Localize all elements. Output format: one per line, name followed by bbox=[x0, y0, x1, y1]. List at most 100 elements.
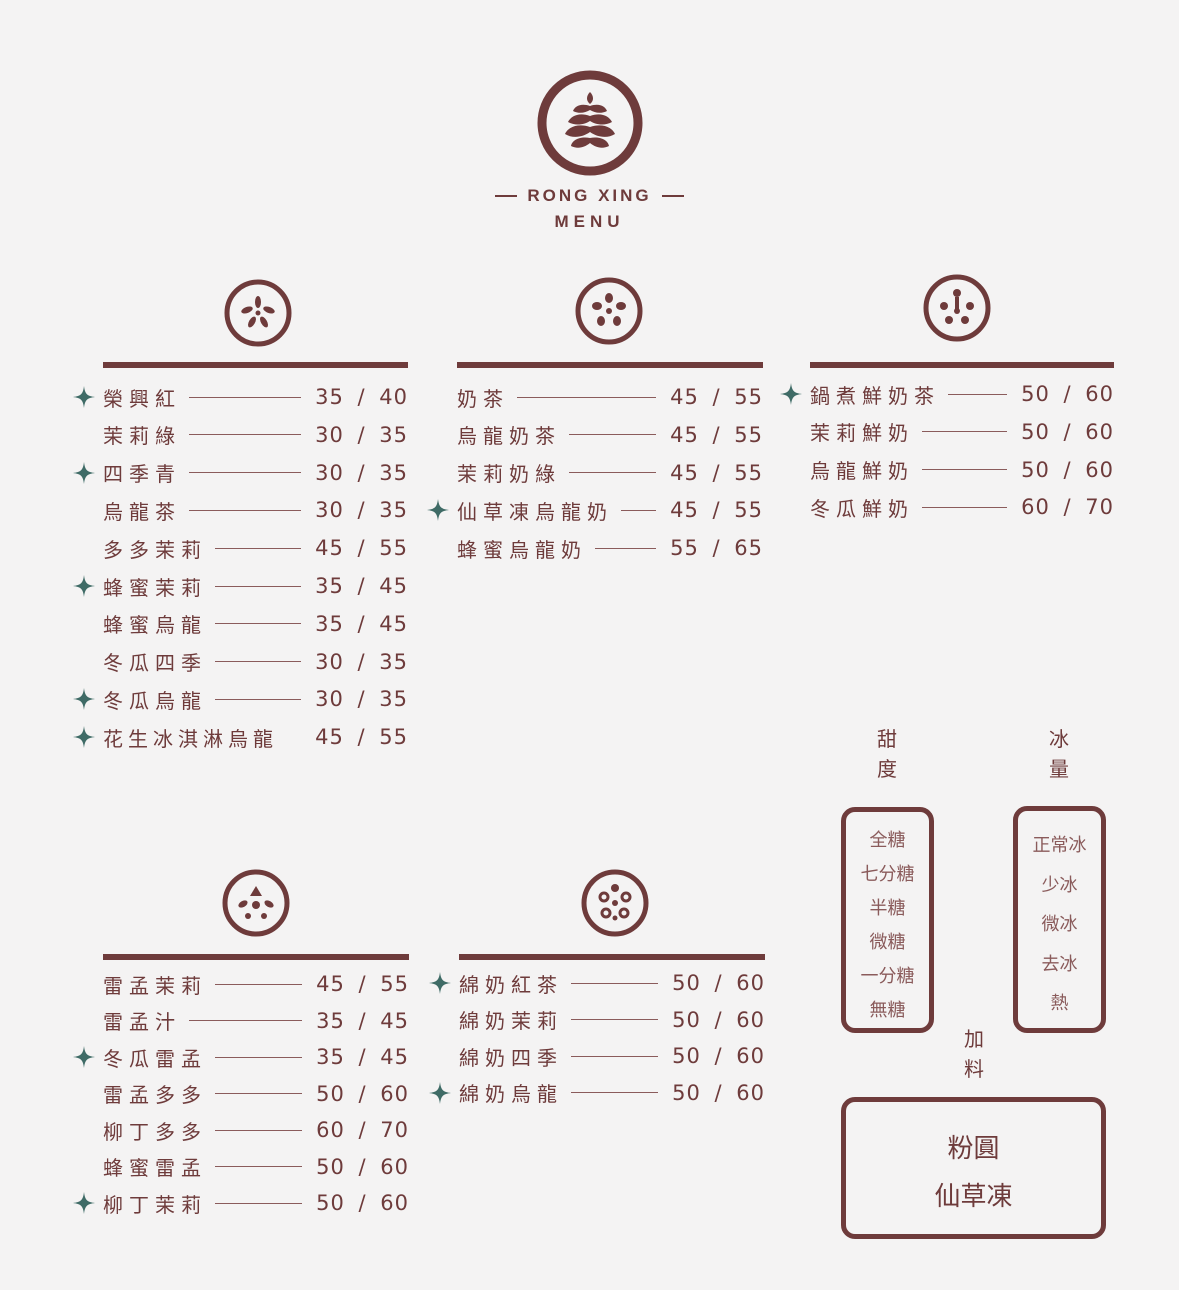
star-icon bbox=[780, 383, 802, 405]
ice-option: 少冰 bbox=[1041, 874, 1078, 896]
item-name: 冬瓜雷孟 bbox=[103, 1046, 207, 1071]
item-price: 50 / 60 bbox=[1021, 382, 1114, 406]
leader-line bbox=[571, 982, 659, 984]
item-price: 35 / 45 bbox=[316, 1045, 409, 1069]
divider bbox=[495, 195, 518, 197]
item-price: 45 / 55 bbox=[315, 536, 408, 561]
star-icon bbox=[73, 575, 95, 597]
section-divider bbox=[457, 362, 763, 368]
item-name: 仙草凍烏龍奶 bbox=[457, 499, 613, 524]
menu-item: 綿奶紅茶 50 / 60 bbox=[429, 968, 765, 998]
leader-line bbox=[215, 1093, 303, 1094]
item-name: 花生冰淇淋烏龍 bbox=[103, 726, 278, 751]
item-name: 鍋煮鮮奶茶 bbox=[810, 383, 940, 408]
item-price: 50 / 60 bbox=[672, 1080, 765, 1105]
menu-item: 多多茉莉 45 / 55 bbox=[103, 533, 408, 563]
sweetness-label-char: 甜 bbox=[877, 727, 897, 751]
item-price: 60 / 70 bbox=[316, 1118, 409, 1142]
item-name: 雷孟汁 bbox=[103, 1010, 181, 1034]
item-name: 綿奶紅茶 bbox=[459, 972, 563, 997]
leader-line bbox=[922, 431, 1008, 433]
leader-line bbox=[621, 509, 657, 511]
leader-line bbox=[215, 585, 302, 587]
item-price: 35 / 45 bbox=[315, 611, 408, 636]
menu-item: 茉莉綠 30 / 35 bbox=[103, 420, 408, 450]
item-name: 烏龍茶 bbox=[103, 499, 181, 524]
ice-label-char: 冰 bbox=[1049, 727, 1069, 751]
ice-option: 去冰 bbox=[1041, 953, 1078, 975]
item-price: 30 / 35 bbox=[315, 422, 408, 447]
item-price: 55 / 65 bbox=[670, 536, 763, 561]
sweetness-option: 微糖 bbox=[869, 932, 906, 953]
item-price: 60 / 70 bbox=[1021, 495, 1114, 520]
star-icon bbox=[427, 499, 449, 522]
item-name: 蜂蜜茉莉 bbox=[103, 575, 207, 600]
leader-line bbox=[189, 472, 302, 474]
item-name: 蜂蜜烏龍奶 bbox=[457, 537, 587, 562]
menu-section-2: 奶茶 45 / 55 烏龍奶茶 45 / 55 茉莉奶綠 45 / 55 仙草凍烏龍奶 45 … bbox=[427, 276, 763, 576]
menu-item: 烏龍茶 30 / 35 bbox=[103, 495, 408, 525]
item-name: 綿奶四季 bbox=[459, 1045, 563, 1070]
menu-item: 蜂蜜茉莉 35 / 45 bbox=[73, 571, 408, 601]
menu-item: 冬瓜烏龍 30 / 35 bbox=[73, 684, 408, 714]
menu-item: 蜂蜜烏龍 35 / 45 bbox=[103, 609, 408, 639]
item-price: 50 / 60 bbox=[672, 1044, 765, 1068]
divider bbox=[661, 195, 684, 197]
leaf-logo-icon bbox=[537, 70, 642, 176]
item-price: 50 / 60 bbox=[672, 971, 765, 995]
menu-item: 花生冰淇淋烏龍 45 / 55 bbox=[73, 722, 408, 752]
item-price: 50 / 60 bbox=[1021, 457, 1114, 482]
section-divider bbox=[103, 954, 409, 960]
section-divider bbox=[459, 954, 765, 960]
sweetness-option: 七分糖 bbox=[860, 864, 915, 885]
section-icon bbox=[923, 274, 991, 342]
toppings-options: 粉圓 仙草凍 bbox=[841, 1097, 1106, 1239]
menu-section-5: 綿奶紅茶 50 / 60 綿奶茉莉 50 / 60 綿奶四季 50 / 60 綿奶烏龍 50 … bbox=[429, 868, 765, 1168]
menu-item: 蜂蜜雷孟 50 / 60 bbox=[103, 1152, 409, 1182]
toppings-label-char: 加 bbox=[964, 1027, 984, 1051]
ice-option: 正常冰 bbox=[1032, 835, 1087, 856]
menu-section-1: 榮興紅 35 / 40 茉莉綠 30 / 35 四季青 30 / 35 烏龍茶 30 / 35… bbox=[73, 276, 408, 756]
star-icon bbox=[73, 461, 95, 484]
item-name: 雷孟多多 bbox=[103, 1083, 207, 1107]
menu-item: 鍋煮鮮奶茶 50 / 60 bbox=[780, 379, 1114, 409]
sweetness-option: 半糖 bbox=[869, 898, 906, 919]
sweetness-options: 全糖 七分糖 半糖 微糖 一分糖 無糖 bbox=[841, 807, 934, 1033]
menu-section-4: 雷孟茉莉 45 / 55 雷孟汁 35 / 45 冬瓜雷孟 35 / 45 雷孟多多 50 /… bbox=[73, 868, 409, 1228]
item-price: 45 / 55 bbox=[670, 422, 763, 447]
item-name: 烏龍鮮奶 bbox=[810, 459, 914, 484]
item-price: 50 / 60 bbox=[316, 1154, 409, 1179]
menu-item: 茉莉鮮奶 50 / 60 bbox=[810, 417, 1114, 447]
item-name: 茉莉綠 bbox=[103, 424, 181, 449]
sweetness-option: 無糖 bbox=[869, 1000, 906, 1021]
item-name: 冬瓜鮮奶 bbox=[810, 496, 914, 521]
leader-line bbox=[571, 1055, 659, 1057]
item-price: 50 / 60 bbox=[1021, 419, 1114, 444]
item-price: 30 / 35 bbox=[315, 649, 408, 674]
menu-item: 烏龍鮮奶 50 / 60 bbox=[810, 455, 1114, 485]
leader-line bbox=[215, 1129, 303, 1131]
star-icon bbox=[73, 1046, 95, 1068]
leader-line bbox=[215, 698, 302, 700]
item-price: 45 / 55 bbox=[315, 725, 408, 750]
leader-line bbox=[189, 1020, 303, 1021]
toppings-option: 粉圓 bbox=[947, 1134, 1000, 1164]
menu-item: 雷孟多多 50 / 60 bbox=[103, 1079, 409, 1109]
section-divider bbox=[810, 362, 1114, 368]
item-name: 四季青 bbox=[103, 462, 181, 487]
menu-item: 綿奶茉莉 50 / 60 bbox=[459, 1005, 765, 1035]
leader-line bbox=[215, 1166, 303, 1167]
menu-title: MENU bbox=[554, 212, 625, 231]
leader-line bbox=[215, 983, 303, 985]
ice-label: 冰 量 bbox=[1044, 724, 1074, 784]
item-name: 多多茉莉 bbox=[103, 537, 207, 562]
menu-item: 雷孟茉莉 45 / 55 bbox=[103, 969, 409, 999]
sweetness-label: 甜 度 bbox=[872, 724, 902, 784]
leader-line bbox=[922, 469, 1008, 471]
menu-item: 雷孟汁 35 / 45 bbox=[103, 1006, 409, 1036]
ice-option: 微冰 bbox=[1041, 914, 1078, 935]
item-price: 35 / 45 bbox=[315, 574, 408, 598]
item-price: 50 / 60 bbox=[316, 1081, 409, 1106]
item-name: 奶茶 bbox=[457, 386, 509, 411]
section-divider bbox=[103, 362, 408, 368]
